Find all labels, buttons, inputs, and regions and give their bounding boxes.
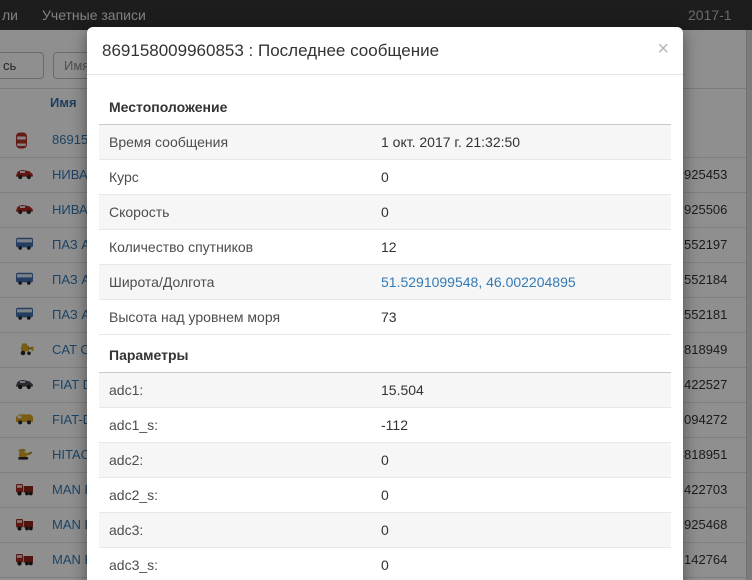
property-label: Количество спутников (109, 239, 254, 255)
property-label: adc3_s: (109, 557, 159, 573)
close-icon[interactable]: × (657, 35, 669, 63)
property-value: 15.504 (381, 382, 424, 398)
property-value: 0 (381, 452, 389, 468)
property-label: adc1_s: (109, 417, 159, 433)
property-row: Местоположение (99, 87, 671, 125)
property-label: Курс (109, 169, 139, 185)
dialog-title: 869158009960853 : Последнее сообщение (102, 41, 440, 60)
property-row: Количество спутников 12 (99, 230, 671, 265)
property-value: 0 (381, 557, 389, 573)
property-value: 0 (381, 487, 389, 503)
property-value: 1 окт. 2017 г. 21:32:50 (381, 134, 521, 150)
property-value: 73 (381, 309, 397, 325)
property-label: Высота над уровнем моря (109, 309, 281, 325)
property-row: Широта/Долгота 51.5291099548, 46.0022048… (99, 265, 671, 300)
property-row: Время сообщения 1 окт. 2017 г. 21:32:50 (99, 125, 671, 160)
property-value: 0 (381, 204, 389, 220)
property-value: -112 (381, 417, 408, 433)
property-label: adc2_s: (109, 487, 159, 503)
property-row: adc1_s: -112 (99, 408, 671, 443)
property-row: adc3_s: 0 (99, 548, 671, 580)
dialog-body: Местоположение Время сообщения 1 окт. 20… (87, 75, 683, 580)
dialog-header: 869158009960853 : Последнее сообщение × (87, 27, 683, 75)
property-value: 12 (381, 239, 397, 255)
property-value: 0 (381, 522, 389, 538)
property-label: adc3: (109, 522, 144, 538)
property-row: adc1: 15.504 (99, 373, 671, 408)
property-row: Параметры (99, 335, 671, 373)
property-row: adc2: 0 (99, 443, 671, 478)
app-viewport: ли Учетные записи 2017-1 сь Имя Имя 8691… (0, 0, 752, 580)
property-row: Скорость 0 (99, 195, 671, 230)
property-row: adc3: 0 (99, 513, 671, 548)
property-label: Время сообщения (109, 134, 229, 150)
coordinates-link[interactable]: 51.5291099548, 46.002204895 (381, 265, 576, 299)
property-label: Широта/Долгота (109, 274, 215, 290)
property-label: Параметры (109, 347, 189, 363)
property-label: adc1: (109, 382, 144, 398)
property-row: Высота над уровнем моря 73 (99, 300, 671, 335)
property-row: Курс 0 (99, 160, 671, 195)
property-row: adc2_s: 0 (99, 478, 671, 513)
property-label: adc2: (109, 452, 144, 468)
property-label: Местоположение (109, 99, 228, 115)
property-value: 0 (381, 169, 389, 185)
last-message-dialog: 869158009960853 : Последнее сообщение × … (87, 27, 683, 580)
property-label: Скорость (109, 204, 170, 220)
